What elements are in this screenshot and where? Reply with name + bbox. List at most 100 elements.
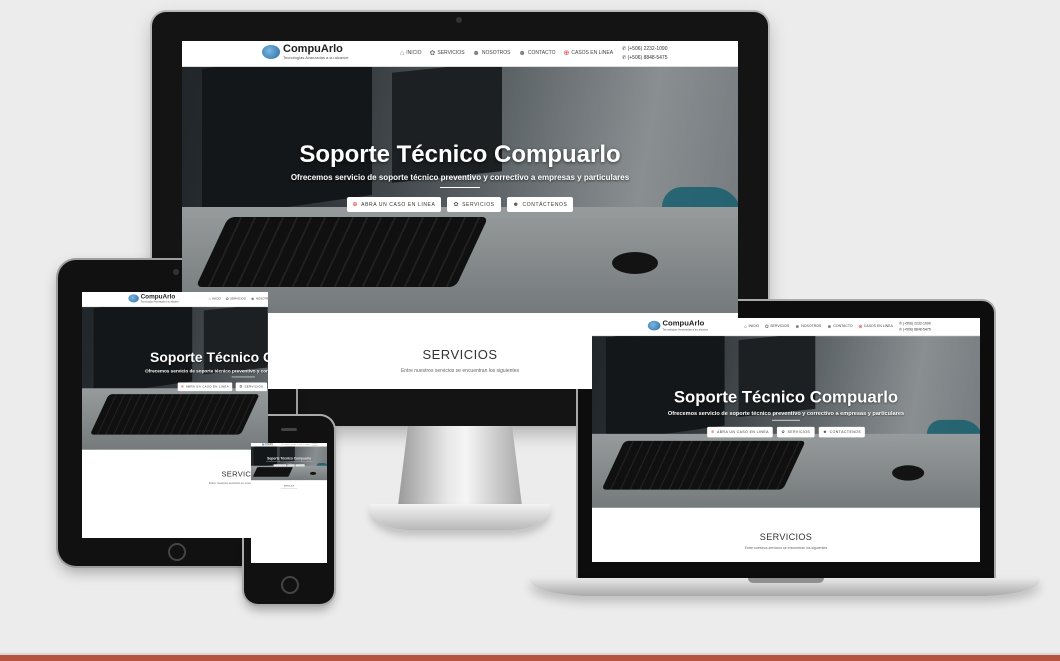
nav-label: NOSOTROS — [255, 297, 268, 301]
site-logo[interactable]: CompuArlo Tecnologías Avanzadas a su alc… — [647, 319, 709, 332]
hero-divider — [772, 419, 800, 421]
camera-icon — [456, 17, 462, 23]
main-menu: ⌂INICIO ✿SERVICIOS ☻NOSOTROS ☻CONTACTO ⊕… — [281, 444, 310, 445]
nav-item-nosotros[interactable]: ☻NOSOTROS — [251, 297, 268, 302]
nav-label: CASOS EN LINEA — [863, 324, 893, 329]
button-label: CONTÁCTENOS — [297, 464, 304, 466]
nav-label: NOSOTROS — [292, 444, 297, 446]
button-label: SERVICIOS — [462, 201, 495, 208]
services-title: SERVICIOS — [759, 531, 813, 543]
users-icon: ☻ — [512, 201, 520, 208]
nav-item-casos-en-linea[interactable]: ⊕ CASOS EN LINEA — [303, 444, 310, 445]
main-menu: ⌂INICIO ✿SERVICIOS ☻NOSOTROS ☻CONTACTO ⊕… — [400, 49, 614, 58]
users-icon: ☻ — [826, 323, 832, 329]
site-navbar: CompuArlo Tecnologías Avanzadas a su alc… — [592, 318, 980, 337]
phone-text: (+506) 2232-1090 — [902, 321, 931, 326]
nav-item-servicios[interactable]: ✿ SERVICIOS — [430, 49, 465, 57]
users-icon: ☻ — [822, 430, 828, 435]
nav-item-contacto[interactable]: ☻ CONTACTO — [519, 49, 556, 57]
nav-item-contacto[interactable]: ☻ CONTACTO — [827, 324, 853, 330]
website: CompuArlo Tecnologías Avanzadas a su alc… — [82, 292, 268, 497]
nav-label: CASOS EN LINEA — [571, 50, 614, 56]
nav-label: NOSOTROS — [481, 50, 511, 56]
brand-tagline: Tecnologías Avanzadas a su alcance — [662, 327, 709, 332]
gear-icon: ✿ — [764, 324, 769, 330]
nav-item-casos-en-linea[interactable]: ⊕ CASOS EN LINEA — [858, 324, 893, 329]
nav-item-contacto[interactable]: ☻ CONTACTO — [297, 444, 302, 445]
nav-label: CONTACTO — [298, 444, 303, 446]
site-logo[interactable]: CompuArlo Tecnologías Avanzadas a su alc… — [262, 44, 349, 60]
users-icon: ☻ — [794, 323, 800, 329]
nav-item-inicio[interactable]: ⌂ INICIO — [208, 297, 220, 302]
services-button[interactable]: ✿ SERVICIOS — [287, 464, 295, 467]
home-icon: ⌂ — [400, 49, 405, 57]
services-button[interactable]: ✿ SERVICIOS — [777, 426, 815, 438]
site-logo[interactable]: CompuArlo Tecnologías Avanzadas a su alc… — [128, 293, 179, 303]
users-icon: ☻ — [250, 296, 255, 301]
nav-label: SERVICIOS — [437, 50, 465, 56]
imac-stand — [398, 426, 522, 506]
macbook-notch — [748, 578, 824, 583]
hero-title: Soporte Técnico Compuarlo — [299, 141, 621, 168]
nav-item-servicios[interactable]: ✿ SERVICIOS — [764, 324, 789, 330]
gear-icon: ✿ — [453, 202, 460, 208]
open-case-button[interactable]: ⊕ ABRA UN CASO EN LINEA — [346, 197, 442, 212]
main-menu: ⌂INICIO ✿SERVICIOS ☻NOSOTROS ☻CONTACTO ⊕… — [208, 297, 268, 302]
nav-label: INICIO — [281, 444, 284, 446]
hero-buttons: ⊕ABRA UN CASO EN LINEA ✿SERVICIOS ☻CONTÁ… — [592, 426, 980, 438]
open-case-button[interactable]: ⊕ ABRA UN CASO EN LINEA — [177, 382, 233, 392]
nav-item-nosotros[interactable]: ☻NOSOTROS — [795, 324, 822, 330]
footer-accent-bar — [0, 655, 1060, 661]
contact-phones: ✆ (+506) 2232-1090 ✆ (+506) 8848-5475 — [622, 45, 668, 63]
nav-item-nosotros[interactable]: ☻NOSOTROS — [291, 444, 296, 445]
open-case-button[interactable]: ⊕ ABRA UN CASO EN LINEA — [273, 464, 287, 467]
nav-label: SERVICIOS — [285, 444, 290, 446]
open-case-button[interactable]: ⊕ ABRA UN CASO EN LINEA — [706, 426, 774, 438]
hero-subtitle: Ofrecemos servicio de soporte técnico pr… — [145, 368, 268, 374]
gear-icon: ✿ — [239, 385, 243, 389]
nav-item-casos-en-linea[interactable]: ⊕ CASOS EN LINEA — [564, 49, 614, 57]
services-text: Entre nuestros servicios se encuentran l… — [280, 487, 298, 489]
gear-icon: ✿ — [781, 430, 786, 435]
hero-title: Soporte Técnico Compuarlo — [267, 456, 312, 461]
phone-number[interactable]: ✆ (+506) 8848-5475 — [622, 54, 668, 63]
home-icon: ⌂ — [744, 323, 748, 329]
users-icon: ☻ — [472, 49, 480, 57]
logo-icon — [647, 320, 661, 331]
nav-item-inicio[interactable]: ⌂ INICIO — [400, 49, 422, 57]
services-title: SERVICIOS — [283, 484, 295, 487]
nav-item-inicio[interactable]: ⌂ INICIO — [281, 444, 284, 445]
hero-overlay — [82, 307, 268, 450]
services-button[interactable]: ✿ SERVICIOS — [447, 197, 501, 212]
hero-overlay — [592, 336, 980, 508]
services-button[interactable]: ✿ SERVICIOS — [235, 382, 267, 392]
site-logo[interactable]: CompuArlo Tecnologías Avanzadas a su alc… — [261, 443, 274, 446]
contact-button[interactable]: ☻ CONTÁCTENOS — [818, 426, 866, 438]
hero-section: Soporte Técnico Compuarlo Ofrecemos serv… — [82, 307, 268, 450]
phone-number[interactable]: ✆ (+506) 2232-1090 — [622, 45, 668, 54]
phone-number[interactable]: ✆ (+506) 8848-5475 — [899, 327, 931, 333]
brand-name: CompuArlo — [662, 319, 705, 328]
phone-text: (+506) 8848-5475 — [902, 327, 931, 332]
nav-item-nosotros[interactable]: ☻NOSOTROS — [473, 49, 511, 57]
iphone-screen: CompuArlo Tecnologías Avanzadas a su alc… — [251, 443, 327, 563]
nav-label: INICIO — [212, 297, 221, 301]
button-label: ABRA UN CASO EN LINEA — [275, 464, 286, 466]
nav-label: SERVICIOS — [230, 297, 246, 301]
button-label: SERVICIOS — [787, 430, 811, 435]
hero-divider — [440, 187, 480, 188]
imac-base — [370, 504, 550, 530]
users-icon: ☻ — [518, 49, 526, 57]
contact-button[interactable]: ☻ CONTÁCTENOS — [295, 464, 305, 467]
nav-item-inicio[interactable]: ⌂ INICIO — [744, 324, 759, 330]
nav-label: CONTACTO — [833, 324, 853, 329]
home-icon: ⌂ — [208, 296, 211, 301]
hero-subtitle: Ofrecemos servicio de soporte técnico pr… — [667, 410, 905, 417]
contact-button[interactable]: ☻ CONTÁCTENOS — [506, 197, 574, 212]
nav-item-servicios[interactable]: ✿ SERVICIOS — [226, 297, 246, 301]
brand-name: CompuArlo — [283, 43, 343, 55]
ipad-screen: CompuArlo Tecnologías Avanzadas a su alc… — [82, 292, 268, 538]
nav-item-servicios[interactable]: ✿ SERVICIOS — [285, 444, 290, 445]
hero-buttons: ⊕ABRA UN CASO EN LINEA ✿SERVICIOS ☻CONTÁ… — [82, 382, 268, 392]
logo-icon — [262, 45, 280, 59]
